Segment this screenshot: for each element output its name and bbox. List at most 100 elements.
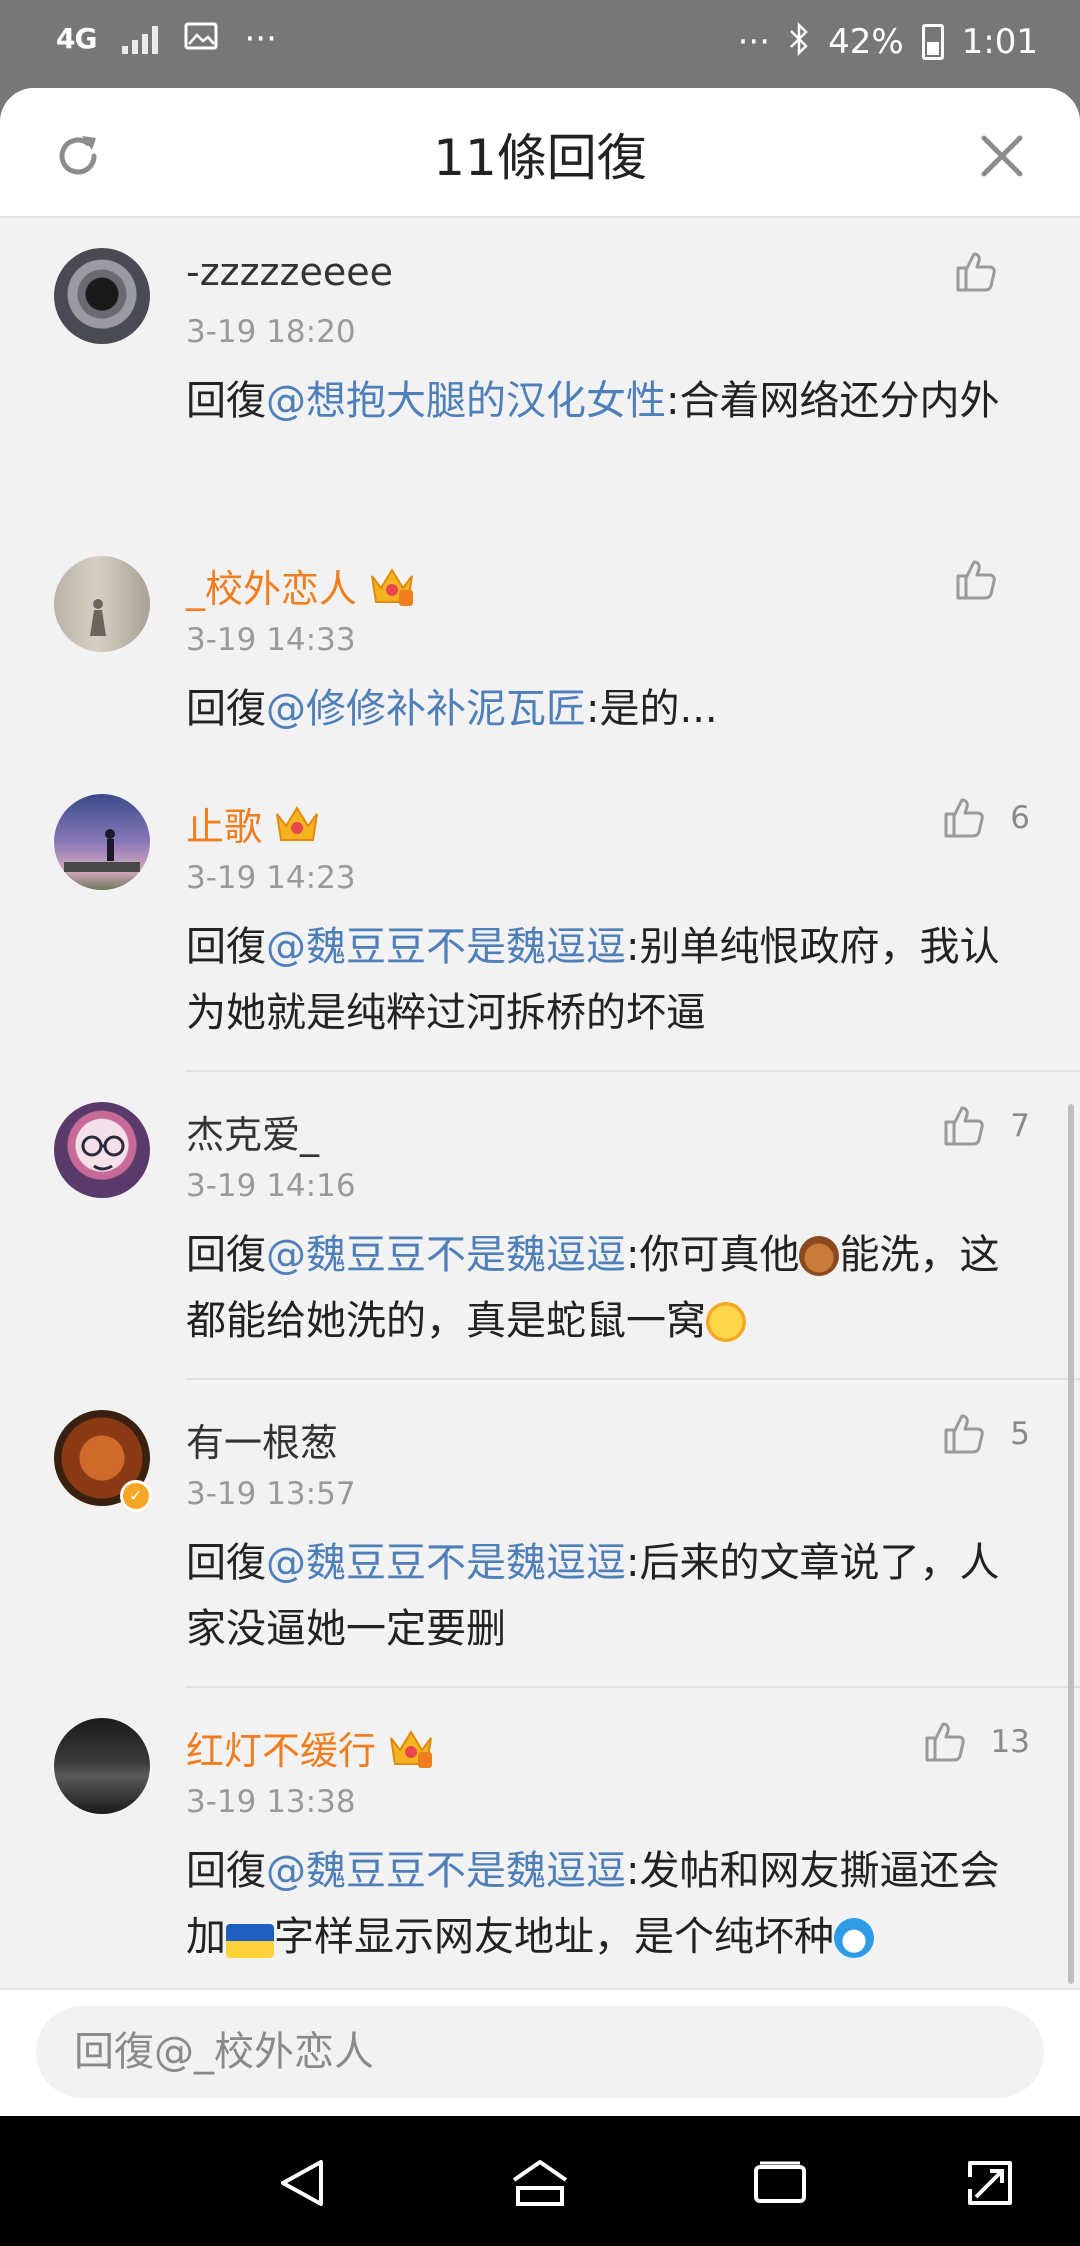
recents-button[interactable]	[748, 2151, 812, 2215]
comment-item: ✓ 有一根葱 3-19 13:57 5 回復@魏豆豆不是魏逗逗:后来的文章说了，…	[0, 1380, 1080, 1688]
comment-item: _校外恋人 3-19 14:33 回復@修修补补泥瓦匠:是的...	[0, 526, 1080, 758]
comment-body: :合着网络还分内外	[666, 378, 1000, 424]
mention-link[interactable]: @魏豆豆不是魏逗逗	[266, 1232, 626, 1278]
username-text: 有一根葱	[186, 1421, 339, 1465]
thumbs-up-icon	[925, 1722, 965, 1762]
reply-prefix: 回復	[186, 1540, 266, 1586]
comment-timestamp: 3-19 13:38	[186, 1784, 356, 1820]
like-button[interactable]: 13	[921, 1710, 1030, 1774]
mention-link[interactable]: @想抱大腿的汉化女性	[266, 378, 666, 424]
comment-username[interactable]: 杰克爱_	[186, 1104, 319, 1159]
like-button[interactable]: 6	[940, 786, 1030, 850]
thumbs-up-icon	[944, 1106, 985, 1146]
comment-text: 回復@修修补补泥瓦匠:是的...	[186, 676, 1006, 742]
thumbs-up-icon	[956, 560, 996, 600]
replies-sheet: 11條回復 -zzzzzeeee 3-19 18:20 回復@想抱大腿的汉化女性…	[0, 88, 1080, 2116]
comment-timestamp: 3-19 13:57	[186, 1476, 356, 1512]
thumbs-up-icon	[944, 1414, 985, 1454]
home-button[interactable]	[508, 2151, 572, 2215]
like-button[interactable]	[952, 240, 1022, 304]
thumbs-up-icon	[956, 252, 996, 292]
status-bar: 4G ··· ··· 42% 1:01	[0, 0, 1080, 88]
mention-link[interactable]: @修修补补泥瓦匠	[266, 686, 586, 732]
image-icon	[184, 22, 218, 56]
verified-badge-icon: ✓	[120, 1480, 152, 1512]
mention-link[interactable]: @魏豆豆不是魏逗逗	[266, 1540, 626, 1586]
doraemon-emoji-icon	[834, 1918, 874, 1958]
back-button[interactable]	[270, 2151, 334, 2215]
scrollbar[interactable]	[1068, 1104, 1074, 1984]
like-count: 5	[1010, 1416, 1030, 1452]
reply-prefix: 回復	[186, 378, 266, 424]
avatar[interactable]	[54, 248, 150, 344]
battery-icon	[921, 24, 944, 60]
comment-username[interactable]: 红灯不缓行	[186, 1720, 434, 1779]
comment-username[interactable]: 止歌	[186, 796, 320, 855]
comment-text: 回復@魏豆豆不是魏逗逗:发帖和网友撕逼还会加 字样显示网友地址，是个纯坏种	[186, 1838, 1006, 1970]
comment-text: 回復@想抱大腿的汉化女性:合着网络还分内外	[186, 368, 1006, 434]
bluetooth-icon	[788, 21, 810, 62]
reply-input[interactable]	[36, 2006, 1044, 2098]
mention-link[interactable]: @魏豆豆不是魏逗逗	[266, 924, 626, 970]
expand-icon	[968, 2161, 1012, 2205]
reply-prefix: 回復	[186, 924, 266, 970]
status-more-left: ···	[244, 19, 277, 59]
like-button[interactable]: 7	[940, 1094, 1030, 1158]
like-count: 13	[990, 1724, 1030, 1760]
comment-body: :你可真他	[626, 1232, 800, 1278]
comment-item: -zzzzzeeee 3-19 18:20 回復@想抱大腿的汉化女性:合着网络还…	[0, 218, 1080, 516]
recents-icon	[754, 2161, 806, 2203]
comment-item: 杰克爱_ 3-19 14:16 7 回復@魏豆豆不是魏逗逗:你可真他 能洗，这都能…	[0, 1072, 1080, 1380]
comment-text: 回復@魏豆豆不是魏逗逗:别单纯恨政府，我认为她就是纯粹过河拆桥的坏逼	[186, 914, 1006, 1046]
home-icon	[512, 2160, 568, 2206]
avatar[interactable]	[54, 556, 150, 652]
comment-username[interactable]: 有一根葱	[186, 1412, 338, 1467]
comment-timestamp: 3-19 14:23	[186, 860, 356, 896]
comment-username[interactable]: _校外恋人	[186, 558, 415, 617]
username-text: _校外恋人	[186, 567, 358, 611]
thumbs-up-icon	[944, 798, 985, 838]
network-type: 4G	[56, 22, 97, 55]
clock: 1:01	[961, 22, 1038, 62]
comment-username[interactable]: -zzzzzeeee	[186, 250, 393, 294]
comment-timestamp: 3-19 14:33	[186, 622, 356, 658]
username-text: -zzzzzeeee	[186, 250, 393, 294]
like-count: 6	[1010, 800, 1030, 836]
comment-body: :是的...	[586, 686, 718, 732]
signal-icon	[122, 24, 159, 54]
reply-prefix: 回復	[186, 1232, 266, 1278]
battery-percent: 42%	[828, 22, 904, 62]
comment-text: 回復@魏豆豆不是魏逗逗:你可真他 能洗，这都能给她洗的，真是蛇鼠一窝	[186, 1222, 1006, 1354]
sheet-header: 11條回復	[0, 88, 1080, 218]
avatar[interactable]	[54, 1102, 150, 1198]
status-bar-right: ··· 42% 1:01	[737, 21, 1038, 62]
expand-button[interactable]	[958, 2151, 1022, 2215]
comment-timestamp: 3-19 14:16	[186, 1168, 356, 1204]
comment-body: 字样显示网友地址，是个纯坏种	[274, 1914, 834, 1960]
comment-item: 止歌 3-19 14:23 6 回復@魏豆豆不是魏逗逗:别单纯恨政府，我认为她就…	[0, 764, 1080, 1072]
avatar[interactable]	[54, 1718, 150, 1814]
face-emoji-icon	[706, 1302, 746, 1342]
username-text: 止歌	[186, 805, 263, 849]
vip-crown-icon	[369, 566, 415, 617]
status-more-right: ···	[737, 22, 771, 62]
sheet-title: 11條回復	[433, 129, 647, 187]
close-button[interactable]	[970, 124, 1034, 188]
navigation-bar	[0, 2116, 1080, 2246]
mention-link[interactable]: @魏豆豆不是魏逗逗	[266, 1848, 626, 1894]
comment-timestamp: 3-19 18:20	[186, 314, 356, 350]
like-count: 7	[1010, 1108, 1030, 1144]
vip-crown-icon	[274, 804, 320, 855]
username-text: 红灯不缓行	[186, 1729, 377, 1773]
username-text: 杰克爱_	[186, 1113, 320, 1157]
reply-prefix: 回復	[186, 1848, 266, 1894]
like-button[interactable]: 5	[940, 1402, 1030, 1466]
reply-bar	[0, 1988, 1080, 2116]
avatar-figure	[81, 1135, 125, 1171]
like-button[interactable]	[952, 548, 1022, 612]
comment-list[interactable]: -zzzzzeeee 3-19 18:20 回復@想抱大腿的汉化女性:合着网络还…	[0, 218, 1080, 2074]
horse-emoji-icon	[799, 1236, 840, 1276]
avatar[interactable]	[54, 794, 150, 890]
avatar-figure	[90, 599, 106, 636]
avatar-figure	[64, 829, 140, 872]
